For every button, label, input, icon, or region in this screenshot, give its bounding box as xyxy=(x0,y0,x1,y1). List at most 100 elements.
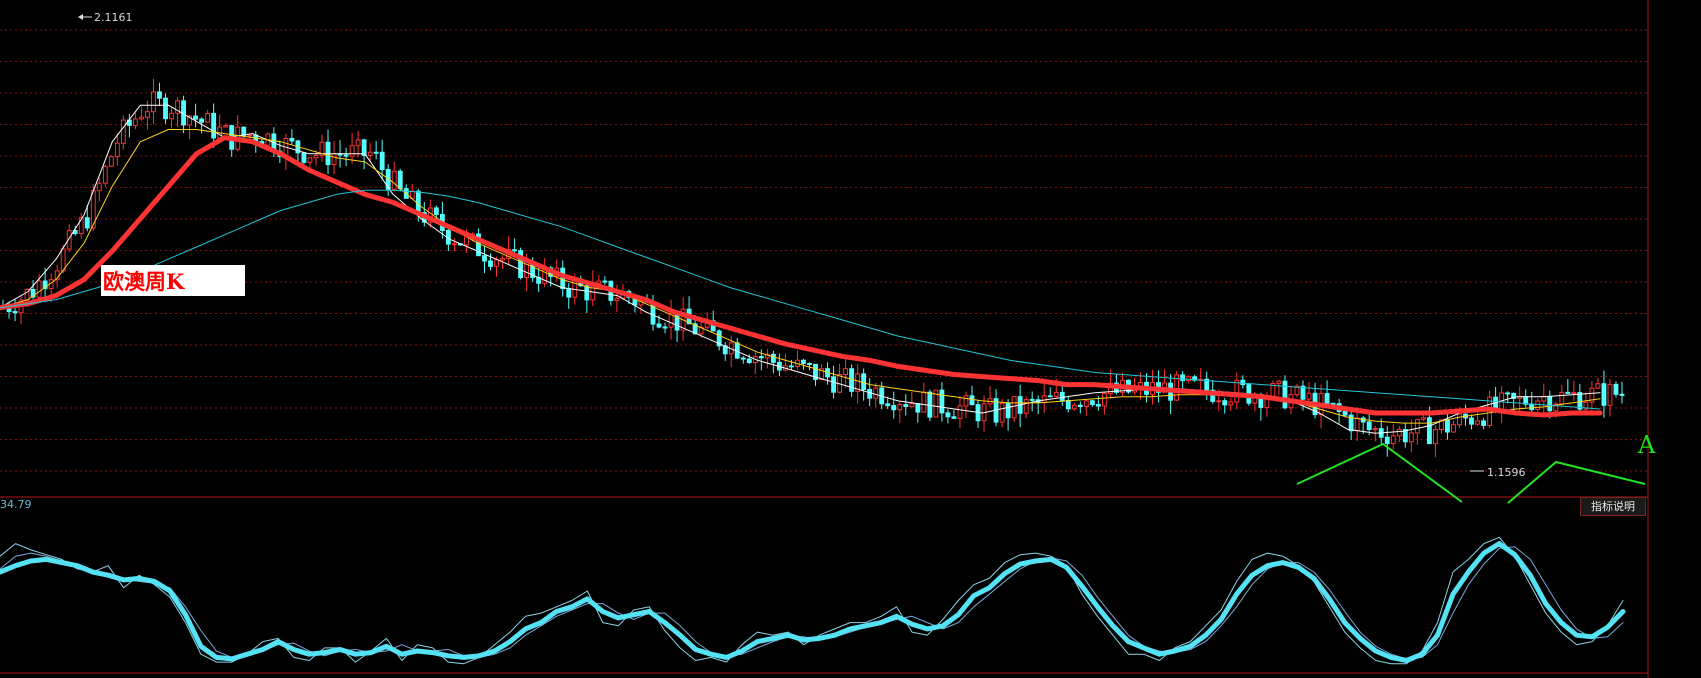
candle-body xyxy=(891,405,897,411)
candle-body xyxy=(1565,391,1571,394)
candle-body xyxy=(1228,401,1234,406)
candle-body xyxy=(1571,392,1577,395)
candle-body xyxy=(807,362,812,365)
indicator-help-button[interactable]: 指标说明 xyxy=(1580,497,1646,516)
candle-body xyxy=(1469,417,1474,425)
candle-body xyxy=(1059,391,1065,402)
candle-body xyxy=(1083,400,1089,408)
candle-body xyxy=(770,353,776,363)
candle-body xyxy=(1613,383,1619,395)
high-pointer-head xyxy=(78,14,83,20)
candle-body xyxy=(102,165,108,184)
candle-body xyxy=(1324,393,1330,404)
candle-body xyxy=(247,134,253,137)
candle-body xyxy=(451,243,457,246)
candle-body xyxy=(662,326,668,329)
candle-body xyxy=(151,91,156,113)
candle-body xyxy=(1089,400,1095,406)
candle-body xyxy=(566,288,572,298)
candle-body xyxy=(1595,383,1601,389)
candle-body xyxy=(1529,403,1535,411)
candle-body xyxy=(139,116,144,120)
candle-body xyxy=(584,285,590,301)
candle-body xyxy=(885,403,891,407)
candle-body xyxy=(415,190,421,214)
candle-body xyxy=(1354,417,1360,432)
candle-body xyxy=(1053,391,1059,397)
candle-body xyxy=(801,359,806,364)
candle-body xyxy=(927,391,933,418)
candle-body xyxy=(157,91,162,99)
candle-body xyxy=(1559,391,1565,405)
candle-body xyxy=(945,412,951,418)
candle-body xyxy=(843,368,849,376)
candle-body xyxy=(1047,395,1053,398)
candle-body xyxy=(1408,432,1414,443)
candle-body xyxy=(1101,392,1107,407)
candle-body xyxy=(1240,379,1246,386)
candle-body xyxy=(373,151,379,154)
candle-body xyxy=(36,280,42,298)
candle-body xyxy=(789,365,794,368)
candle-body xyxy=(1390,435,1396,445)
candle-body xyxy=(1077,404,1083,408)
candle-body xyxy=(1475,420,1480,425)
indicator-line-k xyxy=(0,536,1624,665)
candle-body xyxy=(114,142,120,158)
candle-body xyxy=(120,119,126,144)
candle-body xyxy=(379,151,385,171)
candle-body xyxy=(1619,393,1625,396)
candle-body xyxy=(957,405,963,419)
candle-body xyxy=(1457,413,1462,426)
candle-body xyxy=(1041,395,1047,403)
candle-body xyxy=(1005,403,1011,419)
candle-body xyxy=(614,297,620,301)
candle-body xyxy=(313,155,319,159)
candle-body xyxy=(199,118,205,123)
candle-body xyxy=(969,395,975,406)
candle-body xyxy=(1384,436,1390,445)
candle-body xyxy=(656,323,662,328)
candle-body xyxy=(108,156,114,167)
candle-body xyxy=(1276,380,1282,385)
candle-body xyxy=(1535,400,1541,411)
candle-body xyxy=(921,391,927,413)
candle-body xyxy=(897,404,903,411)
candle-body xyxy=(1011,396,1017,419)
candle-body xyxy=(349,145,355,157)
candle-body xyxy=(361,139,367,156)
candle-body xyxy=(289,137,295,142)
candle-body xyxy=(1222,400,1228,406)
candle-body xyxy=(1414,418,1420,434)
candle-body xyxy=(746,358,752,364)
candle-body xyxy=(12,311,18,314)
candle-body xyxy=(1029,398,1035,401)
candle-body xyxy=(307,157,313,163)
candle-body xyxy=(163,97,168,120)
candle-body xyxy=(951,416,957,419)
candle-body xyxy=(963,395,969,407)
candle-body xyxy=(915,403,921,413)
candle-body xyxy=(331,153,337,166)
candle-body xyxy=(939,389,945,414)
candle-body xyxy=(1095,404,1101,407)
candle-body xyxy=(145,111,150,118)
low-label: 1.1596 xyxy=(1487,466,1526,479)
candle-body xyxy=(482,255,487,262)
pattern-marker: A xyxy=(1638,431,1656,459)
candle-body xyxy=(1023,398,1029,414)
candle-body xyxy=(367,151,373,156)
candle-body xyxy=(84,217,90,229)
candle-body xyxy=(1432,428,1438,445)
candle-body xyxy=(1300,385,1306,400)
candle-body xyxy=(500,257,505,261)
candle-body xyxy=(1601,383,1607,406)
candle-body xyxy=(602,280,608,283)
candle-body xyxy=(211,112,217,139)
candle-body xyxy=(1505,392,1511,395)
candle-body xyxy=(193,115,199,120)
high-label: 2.1161 xyxy=(94,11,133,24)
candle-body xyxy=(596,280,602,284)
candle-body xyxy=(1071,404,1077,410)
candle-body xyxy=(903,404,909,407)
